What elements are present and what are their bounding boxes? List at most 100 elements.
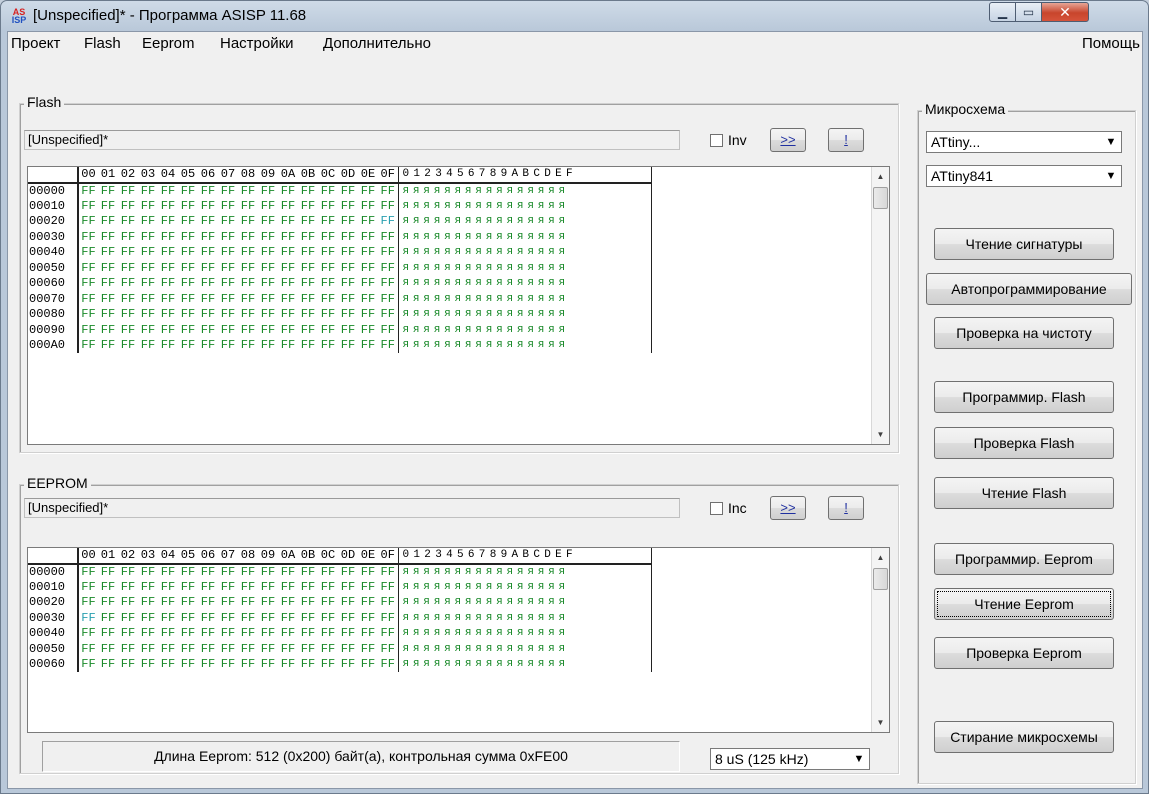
hex-cell[interactable]: FF [198, 322, 218, 338]
hex-cell[interactable]: FF [298, 564, 318, 580]
close-button[interactable]: ✕ [1041, 2, 1089, 22]
hex-cell[interactable]: FF [318, 229, 338, 245]
hex-cell[interactable]: FF [278, 291, 298, 307]
hex-cell[interactable]: FF [258, 260, 278, 276]
hex-cell[interactable]: FF [318, 307, 338, 323]
ascii-cell[interactable]: яяяяяяяяяяяяяяяя [398, 656, 652, 672]
hex-cell[interactable]: FF [258, 626, 278, 642]
hex-cell[interactable]: FF [338, 229, 358, 245]
hex-cell[interactable]: FF [218, 595, 238, 611]
hex-cell[interactable]: FF [138, 579, 158, 595]
hex-cell[interactable]: FF [278, 183, 298, 199]
hex-cell[interactable]: FF [158, 338, 178, 354]
ascii-cell[interactable]: яяяяяяяяяяяяяяяя [398, 610, 652, 626]
hex-cell[interactable]: FF [98, 338, 118, 354]
scroll-down-arrow-icon[interactable]: ▼ [872, 714, 889, 731]
hex-cell[interactable]: FF [258, 338, 278, 354]
hex-cell[interactable]: FF [218, 183, 238, 199]
hex-cell[interactable]: FF [238, 564, 258, 580]
hex-cell[interactable]: FF [278, 595, 298, 611]
chevron-down-icon[interactable]: ▼ [850, 750, 868, 768]
hex-cell[interactable]: FF [278, 307, 298, 323]
hex-cell[interactable]: FF [178, 276, 198, 292]
hex-cell[interactable]: FF [78, 626, 98, 642]
hex-cell[interactable]: FF [138, 338, 158, 354]
hex-cell[interactable]: FF [378, 579, 399, 595]
menu-advanced[interactable]: Дополнительно [323, 35, 431, 52]
hex-cell[interactable]: FF [378, 260, 399, 276]
ascii-cell[interactable]: яяяяяяяяяяяяяяяя [398, 182, 652, 198]
hex-cell[interactable]: FF [338, 564, 358, 580]
hex-cell[interactable]: FF [338, 183, 358, 199]
hex-cell[interactable]: FF [258, 641, 278, 657]
hex-cell[interactable]: FF [198, 641, 218, 657]
read-signature-button[interactable]: Чтение сигнатуры [934, 228, 1114, 260]
hex-cell[interactable]: FF [378, 625, 399, 641]
hex-cell[interactable]: FF [378, 213, 399, 229]
hex-cell[interactable]: FF [278, 641, 298, 657]
title-bar[interactable]: AS ISP [Unspecified]* - Программа ASISP … [1, 1, 1148, 31]
hex-cell[interactable]: FF [218, 641, 238, 657]
hex-cell[interactable]: FF [378, 610, 399, 626]
ascii-cell[interactable]: яяяяяяяяяяяяяяяя [398, 563, 652, 579]
hex-cell[interactable]: FF [178, 610, 198, 626]
read-eeprom-button[interactable]: Чтение Eeprom [934, 588, 1114, 620]
hex-cell[interactable]: FF [198, 579, 218, 595]
hex-cell[interactable]: FF [178, 338, 198, 354]
hex-cell[interactable]: FF [138, 626, 158, 642]
flash-bang-button[interactable]: ! [828, 128, 864, 152]
ascii-cell[interactable]: яяяяяяяяяяяяяяяя [398, 337, 652, 353]
hex-cell[interactable]: FF [278, 657, 298, 673]
hex-cell[interactable]: FF [338, 307, 358, 323]
hex-cell[interactable]: FF [338, 657, 358, 673]
hex-cell[interactable]: FF [118, 229, 138, 245]
hex-cell[interactable]: FF [358, 307, 378, 323]
hex-cell[interactable]: FF [238, 307, 258, 323]
hex-cell[interactable]: FF [298, 183, 318, 199]
ascii-cell[interactable]: яяяяяяяяяяяяяяяя [398, 198, 652, 214]
flash-inv-checkbox[interactable]: Inv [710, 132, 747, 148]
hex-cell[interactable]: FF [278, 260, 298, 276]
hex-cell[interactable]: FF [358, 291, 378, 307]
ascii-cell[interactable]: яяяяяяяяяяяяяяяя [398, 291, 652, 307]
hex-cell[interactable]: FF [238, 260, 258, 276]
hex-cell[interactable]: FF [138, 198, 158, 214]
hex-cell[interactable]: FF [318, 322, 338, 338]
hex-cell[interactable]: FF [98, 322, 118, 338]
menu-eeprom[interactable]: Eeprom [142, 35, 195, 52]
hex-cell[interactable]: FF [178, 579, 198, 595]
hex-cell[interactable]: FF [258, 198, 278, 214]
hex-cell[interactable]: FF [258, 276, 278, 292]
hex-cell[interactable]: FF [158, 641, 178, 657]
hex-cell[interactable]: FF [358, 322, 378, 338]
hex-cell[interactable]: FF [218, 260, 238, 276]
hex-cell[interactable]: FF [98, 291, 118, 307]
hex-cell[interactable]: FF [238, 338, 258, 354]
hex-cell[interactable]: FF [338, 198, 358, 214]
ascii-cell[interactable]: яяяяяяяяяяяяяяяя [398, 322, 652, 338]
hex-cell[interactable]: FF [378, 563, 399, 579]
hex-cell[interactable]: FF [98, 214, 118, 230]
hex-cell[interactable]: FF [338, 610, 358, 626]
hex-cell[interactable]: FF [78, 595, 98, 611]
hex-cell[interactable]: FF [298, 657, 318, 673]
hex-cell[interactable]: FF [238, 641, 258, 657]
hex-cell[interactable]: FF [178, 260, 198, 276]
hex-cell[interactable]: FF [238, 595, 258, 611]
hex-cell[interactable]: FF [198, 564, 218, 580]
checkbox-box[interactable] [710, 134, 723, 147]
menu-flash[interactable]: Flash [84, 35, 121, 52]
hex-cell[interactable]: FF [318, 214, 338, 230]
hex-cell[interactable]: FF [358, 214, 378, 230]
hex-cell[interactable]: FF [338, 291, 358, 307]
hex-cell[interactable]: FF [78, 641, 98, 657]
hex-cell[interactable]: FF [98, 183, 118, 199]
hex-cell[interactable]: FF [258, 183, 278, 199]
hex-cell[interactable]: FF [318, 657, 338, 673]
hex-cell[interactable]: FF [118, 579, 138, 595]
hex-cell[interactable]: FF [358, 657, 378, 673]
hex-cell[interactable]: FF [338, 276, 358, 292]
hex-cell[interactable]: FF [218, 564, 238, 580]
hex-cell[interactable]: FF [338, 641, 358, 657]
scroll-thumb[interactable] [873, 568, 888, 590]
